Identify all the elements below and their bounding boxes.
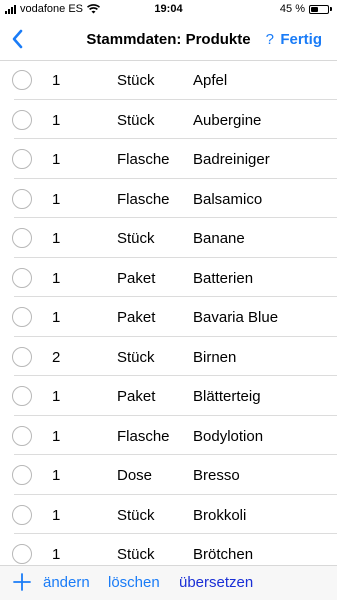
item-unit: Stück — [117, 506, 155, 524]
item-name: Banane — [193, 230, 245, 247]
item-unit: Flasche — [117, 427, 170, 445]
item-unit: Dose — [117, 467, 153, 484]
select-radio[interactable] — [12, 228, 32, 248]
item-quantity: 1 — [52, 151, 61, 168]
item-unit: Stück — [117, 348, 155, 366]
list-item[interactable]: 1 Flasche Badreiniger — [0, 139, 337, 179]
item-name: Bodylotion — [193, 427, 264, 445]
list-item[interactable]: 1 Dose Bresso — [0, 455, 337, 495]
help-button[interactable]: ? — [266, 31, 274, 48]
item-quantity: 2 — [52, 348, 61, 366]
select-radio[interactable] — [12, 346, 32, 367]
item-unit: Paket — [117, 269, 156, 287]
item-unit: Paket — [117, 309, 156, 326]
item-name: Bresso — [193, 467, 240, 484]
item-quantity: 1 — [52, 111, 61, 129]
item-name: Birnen — [193, 348, 237, 366]
item-unit: Paket — [117, 388, 156, 405]
item-unit: Flasche — [117, 190, 170, 208]
item-name: Brokkoli — [193, 506, 247, 524]
plus-icon[interactable] — [12, 572, 32, 592]
item-quantity: 1 — [52, 269, 61, 287]
item-quantity: 1 — [52, 190, 61, 208]
select-radio[interactable] — [12, 425, 32, 446]
item-name: Bavaria Blue — [193, 309, 279, 326]
list-item[interactable]: 1 Stück Banane — [0, 218, 337, 258]
item-quantity: 1 — [52, 506, 61, 524]
edit-button[interactable]: ändern — [43, 574, 90, 591]
list-item[interactable]: 2 Stück Birnen — [0, 337, 337, 376]
list-item[interactable]: 1 Paket Blätterteig — [0, 376, 337, 416]
item-unit: Flasche — [117, 151, 170, 168]
item-quantity: 1 — [52, 72, 61, 89]
select-radio[interactable] — [12, 109, 32, 130]
select-radio[interactable] — [12, 465, 32, 485]
item-name: Batterien — [193, 269, 254, 287]
delete-button[interactable]: löschen — [108, 574, 160, 591]
item-name: Blätterteig — [193, 388, 261, 405]
list-item[interactable]: 1 Flasche Bodylotion — [0, 416, 337, 455]
bottom-toolbar: ändern löschen übersetzen — [0, 565, 337, 600]
select-radio[interactable] — [12, 188, 32, 209]
select-radio[interactable] — [12, 504, 32, 525]
item-name: Brötchen — [193, 546, 254, 563]
battery-tip — [330, 7, 332, 11]
product-list[interactable]: 1 Stück Apfel 1 Stück Aubergine 1 Flasche Badrei… — [0, 60, 337, 565]
item-name: Balsamico — [193, 190, 263, 208]
battery-percent: 45 % — [279, 3, 305, 15]
navigation-bar: Stammdaten: Produkte ? Fertig — [0, 20, 337, 61]
list-item[interactable]: 1 Stück Brokkoli — [0, 495, 337, 534]
translate-button[interactable]: übersetzen — [179, 574, 253, 591]
status-bar: vodafone ES 19:04 45 % — [0, 0, 337, 20]
select-radio[interactable] — [12, 544, 32, 564]
list-item[interactable]: 1 Flasche Balsamico — [0, 179, 337, 218]
status-right: 45 % — [280, 3, 332, 15]
list-item[interactable]: 1 Stück Brötchen — [0, 534, 337, 565]
select-radio[interactable] — [12, 149, 32, 169]
item-quantity: 1 — [52, 309, 61, 326]
item-quantity: 1 — [52, 546, 61, 563]
item-quantity: 1 — [52, 467, 61, 484]
select-radio[interactable] — [12, 386, 32, 406]
item-unit: Stück — [117, 72, 155, 89]
item-quantity: 1 — [52, 388, 61, 405]
battery-icon — [309, 4, 329, 14]
select-radio[interactable] — [12, 267, 32, 288]
list-item[interactable]: 1 Stück Apfel — [0, 60, 337, 100]
item-name: Aubergine — [193, 111, 262, 129]
select-radio[interactable] — [12, 307, 32, 327]
list-item[interactable]: 1 Paket Batterien — [0, 258, 337, 297]
item-name: Badreiniger — [193, 151, 270, 168]
item-unit: Stück — [117, 546, 155, 563]
done-button[interactable]: Fertig — [280, 31, 322, 48]
list-item[interactable]: 1 Paket Bavaria Blue — [0, 297, 337, 337]
item-quantity: 1 — [52, 230, 61, 247]
item-quantity: 1 — [52, 427, 61, 445]
item-unit: Stück — [117, 230, 155, 247]
item-name: Apfel — [193, 72, 228, 89]
select-radio[interactable] — [12, 70, 32, 90]
list-item[interactable]: 1 Stück Aubergine — [0, 100, 337, 139]
battery-fill — [311, 6, 319, 12]
item-unit: Stück — [117, 111, 155, 129]
